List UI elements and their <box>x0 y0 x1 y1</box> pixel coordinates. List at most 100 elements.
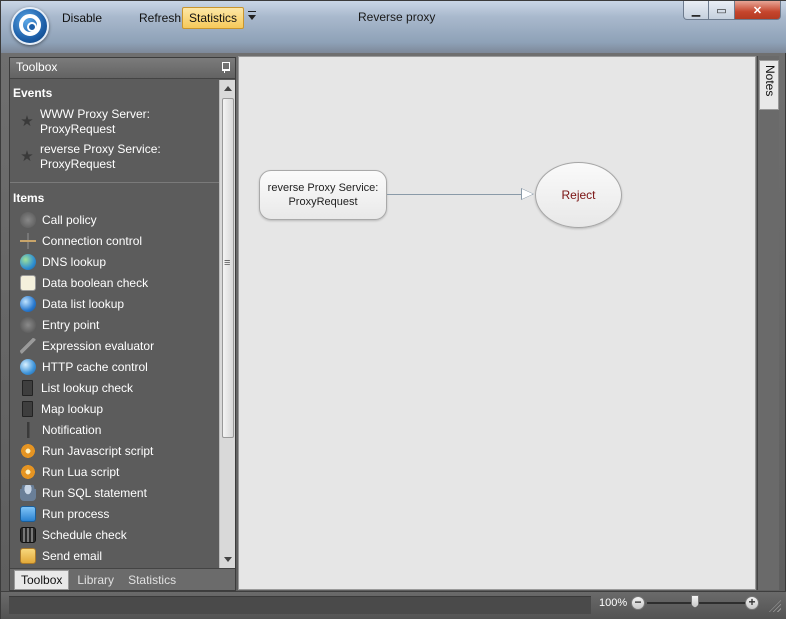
data-boolean-check-icon <box>20 274 36 291</box>
caption-buttons: ▁ ▭ ✕ <box>683 1 781 21</box>
zoom-level: 100% <box>599 597 628 609</box>
zoom-in-button[interactable]: + <box>745 596 759 610</box>
toolbox-item-label: Run Javascript script <box>42 443 154 458</box>
dns-lookup-icon <box>20 253 36 270</box>
toolbox-item-http-cache-control[interactable]: HTTP cache control <box>10 356 220 377</box>
scrollbar-thumb[interactable] <box>222 98 234 438</box>
http-cache-control-icon <box>20 358 36 375</box>
toolbox-title: Toolbox <box>16 60 58 74</box>
close-button[interactable]: ✕ <box>735 1 781 20</box>
toolbox-item-data-list-lookup[interactable]: Data list lookup <box>10 293 220 314</box>
toolbox-item-label: Data boolean check <box>42 275 149 290</box>
entry-point-icon <box>20 316 36 333</box>
toolbox-item-expression-evaluator[interactable]: Expression evaluator <box>10 335 220 356</box>
window-title: Reverse proxy <box>358 10 436 24</box>
toolbox-item-label: Call policy <box>42 212 97 227</box>
toolbox-item-label: Run process <box>42 506 110 521</box>
event-node-sublabel: ProxyRequest <box>288 196 358 208</box>
toolbox-item-run-lua-script[interactable]: Run Lua script <box>10 461 220 482</box>
toolbox-item-dns-lookup[interactable]: DNS lookup <box>10 251 220 272</box>
run-sql-icon <box>20 484 36 501</box>
tab-toolbox[interactable]: Toolbox <box>14 569 70 590</box>
tab-notes[interactable]: Notes <box>759 60 779 110</box>
connection-control-icon <box>20 232 36 249</box>
event-node-label: reverse Proxy Service: <box>267 182 379 194</box>
toolbox-scrollbar[interactable] <box>219 80 235 568</box>
toolbox-tabs: Toolbox Library Statistics <box>10 568 235 590</box>
minimize-icon: ▁ <box>691 4 701 17</box>
connector-line[interactable] <box>387 194 533 195</box>
toolbox-item-notification[interactable]: Notification <box>10 419 220 440</box>
statistics-button[interactable]: Statistics <box>182 7 245 29</box>
toolbox-item-label: Entry point <box>42 317 100 332</box>
toolbox-item-run-javascript-script[interactable]: Run Javascript script <box>10 440 220 461</box>
workflow-canvas[interactable]: reverse Proxy Service: ProxyRequest Reje… <box>238 56 756 590</box>
toolbox-item-label: Schedule check <box>42 527 127 542</box>
toolbox-item-data-boolean-check[interactable]: Data boolean check <box>10 272 220 293</box>
tab-library[interactable]: Library <box>71 571 120 589</box>
map-lookup-icon <box>22 400 33 417</box>
notification-icon <box>20 421 36 438</box>
minimize-button[interactable]: ▁ <box>683 1 709 20</box>
toolbox-item-label: Data list lookup <box>42 296 125 311</box>
maximize-icon: ▭ <box>716 4 727 17</box>
toolbox-item-label: Run SQL statement <box>42 485 147 500</box>
reject-node-label: Reject <box>561 188 596 202</box>
items-section-title: Items <box>13 191 45 205</box>
zoom-slider-thumb[interactable] <box>691 595 699 608</box>
tab-statistics[interactable]: Statistics <box>122 571 182 589</box>
pin-icon[interactable] <box>221 62 230 73</box>
event-item-label: reverse Proxy Service: <box>40 141 161 156</box>
section-divider <box>10 182 220 183</box>
toolbox-item-connection-control[interactable]: Connection control <box>10 230 220 251</box>
event-item-reverse-proxy[interactable]: ★ reverse Proxy Service: ProxyRequest <box>10 139 220 174</box>
run-process-icon <box>20 505 36 522</box>
notes-sidebar: Notes <box>757 56 779 590</box>
event-item-label: WWW Proxy Server: <box>40 106 150 121</box>
toolbox-item-run-sql-statement[interactable]: Run SQL statement <box>10 482 220 503</box>
reject-node[interactable]: Reject <box>535 162 622 228</box>
status-message-area <box>9 596 591 614</box>
toolbox-item-label: Map lookup <box>41 401 104 416</box>
star-icon: ★ <box>20 112 34 130</box>
status-bar: 100% − + <box>1 591 786 619</box>
star-icon: ★ <box>20 147 34 165</box>
toolbox-header: Toolbox <box>10 58 235 79</box>
data-list-lookup-icon <box>20 295 36 312</box>
toolbox-item-label: List lookup check <box>41 380 134 395</box>
app-window: Disable Refresh Statistics Reverse proxy… <box>0 0 786 619</box>
event-item-www-proxy[interactable]: ★ WWW Proxy Server: ProxyRequest <box>10 104 220 139</box>
connector-arrowhead-fill <box>522 189 533 199</box>
schedule-check-icon <box>20 526 36 543</box>
app-logo-icon[interactable] <box>11 7 49 45</box>
toolbox-list: Events ★ WWW Proxy Server: ProxyRequest … <box>10 80 220 568</box>
toolbox-item-schedule-check[interactable]: Schedule check <box>10 524 220 545</box>
toolbox-item-entry-point[interactable]: Entry point <box>10 314 220 335</box>
toolbox-item-run-process[interactable]: Run process <box>10 503 220 524</box>
refresh-button[interactable]: Refresh <box>133 7 187 29</box>
zoom-out-button[interactable]: − <box>631 596 645 610</box>
scroll-up-arrow-icon[interactable] <box>224 86 232 91</box>
toolbox-item-label: DNS lookup <box>42 254 107 269</box>
toolbox-item-map-lookup[interactable]: Map lookup <box>10 398 220 419</box>
resize-grip-icon[interactable] <box>769 600 781 612</box>
send-email-icon <box>20 547 36 564</box>
events-section-title: Events <box>13 86 53 100</box>
event-item-sublabel: ProxyRequest <box>40 121 116 136</box>
toolbox-item-list-lookup-check[interactable]: List lookup check <box>10 377 220 398</box>
quick-access-dropdown-icon[interactable] <box>248 11 256 20</box>
maximize-button[interactable]: ▭ <box>709 1 735 20</box>
toolbox-item-label: Connection control <box>42 233 143 248</box>
toolbox-panel: Toolbox Events ★ WWW Proxy Server: Proxy… <box>9 57 236 591</box>
toolbox-item-label: HTTP cache control <box>42 359 148 374</box>
scroll-down-arrow-icon[interactable] <box>224 557 232 562</box>
toolbox-item-label: Send email <box>42 548 103 563</box>
title-bar: Disable Refresh Statistics Reverse proxy… <box>1 1 786 53</box>
list-lookup-check-icon <box>22 379 33 396</box>
toolbox-item-call-policy[interactable]: Call policy <box>10 209 220 230</box>
toolbox-item-send-email[interactable]: Send email <box>10 545 220 566</box>
event-node[interactable]: reverse Proxy Service: ProxyRequest <box>259 170 387 220</box>
disable-button[interactable]: Disable <box>56 7 108 29</box>
toolbox-item-label: Expression evaluator <box>42 338 155 353</box>
run-javascript-icon <box>20 442 36 459</box>
